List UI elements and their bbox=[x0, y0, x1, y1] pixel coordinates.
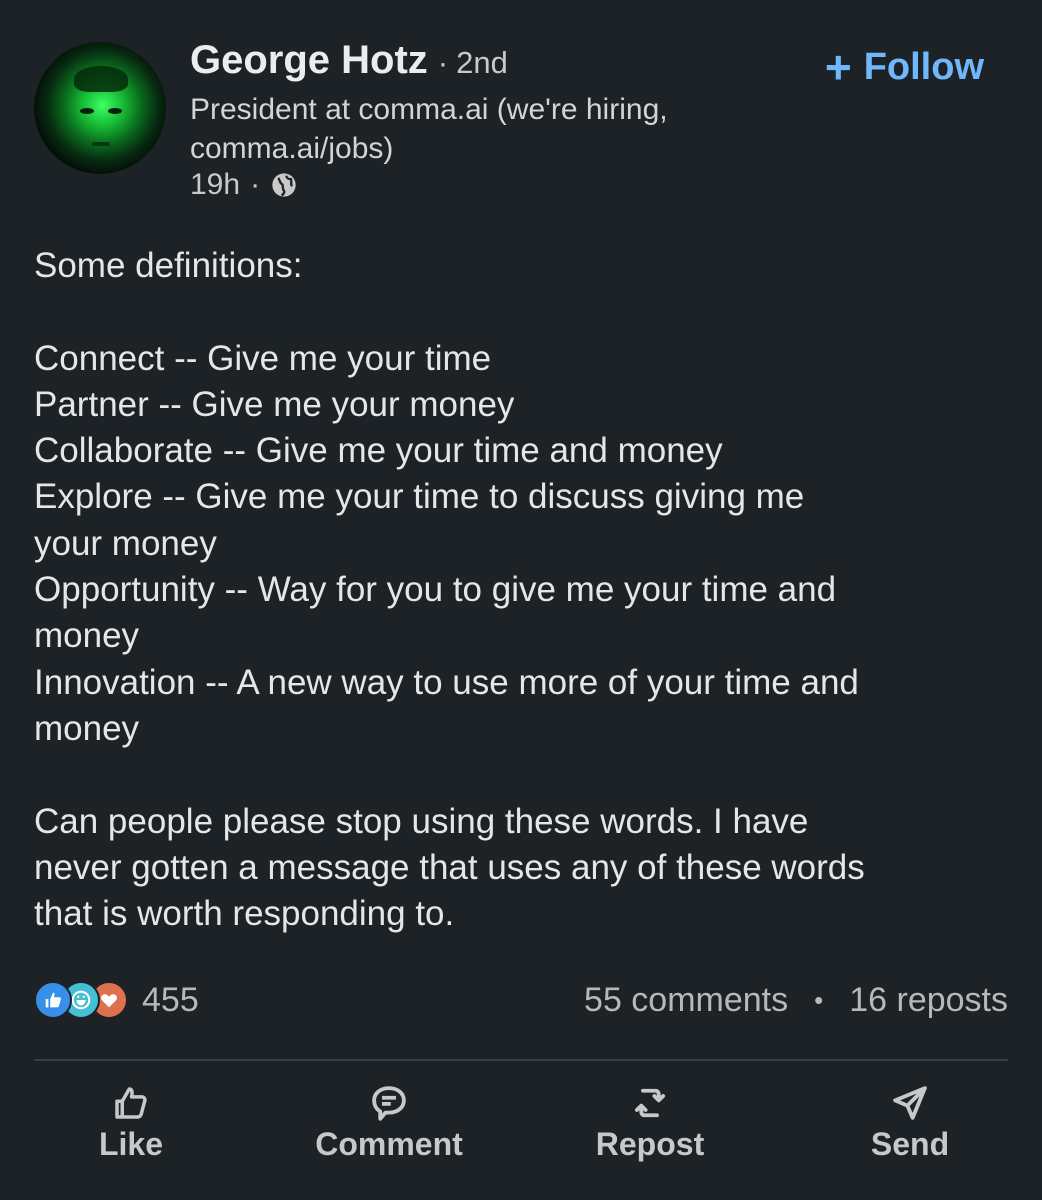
comment-icon bbox=[372, 1086, 406, 1121]
post-text-line: never gotten a message that uses any of … bbox=[34, 847, 865, 887]
post-text-line: your money bbox=[34, 523, 217, 563]
send-label: Send bbox=[870, 1126, 950, 1162]
repost-icon bbox=[634, 1088, 666, 1118]
globe-icon bbox=[272, 173, 296, 197]
thumbs-up-icon bbox=[115, 1087, 147, 1119]
like-button[interactable]: Like bbox=[31, 1082, 231, 1163]
send-icon bbox=[893, 1086, 927, 1120]
action-bar: Like Comment Repost Send bbox=[0, 1082, 1042, 1172]
post-text-line: Opportunity -- Way for you to give me yo… bbox=[34, 570, 837, 610]
avatar-left-eye bbox=[80, 108, 94, 114]
like-reaction-icon bbox=[34, 981, 72, 1019]
post-text-line bbox=[34, 752, 1014, 798]
author-name-row: George Hotz · 2nd bbox=[190, 38, 508, 83]
stats-separator: • bbox=[814, 984, 824, 1015]
post-text-line: Innovation -- A new way to use more of y… bbox=[34, 662, 859, 702]
social-counts: 455 55 comments • 16 reposts bbox=[34, 976, 1008, 1024]
post-text-line: money bbox=[34, 616, 140, 656]
avatar-right-eye bbox=[108, 108, 122, 114]
post-text-line: Connect -- Give me your time bbox=[34, 338, 492, 378]
reactions-summary[interactable]: 455 bbox=[34, 981, 199, 1020]
post-text-line: money bbox=[34, 708, 140, 748]
comments-count[interactable]: 55 comments bbox=[584, 981, 788, 1020]
connection-degree: · 2nd bbox=[438, 45, 508, 81]
divider bbox=[34, 1059, 1008, 1061]
send-button[interactable]: Send bbox=[810, 1082, 1010, 1163]
post-text: Some definitions: Connect -- Give me your… bbox=[34, 243, 1014, 937]
comment-button[interactable]: Comment bbox=[289, 1082, 489, 1163]
post-text-line: Explore -- Give me your time to discuss … bbox=[34, 477, 805, 517]
author-headline: President at comma.ai (we're hiring, com… bbox=[190, 93, 668, 165]
post-text-line: Collaborate -- Give me your time and mon… bbox=[34, 431, 723, 471]
repost-button[interactable]: Repost bbox=[550, 1082, 750, 1163]
like-label: Like bbox=[98, 1126, 164, 1162]
post-text-line: Some definitions: bbox=[34, 246, 303, 285]
post-text-line: Partner -- Give me your money bbox=[34, 384, 515, 424]
avatar-mouth bbox=[92, 142, 110, 146]
follow-label: Follow bbox=[863, 45, 984, 88]
plus-icon: + bbox=[824, 41, 852, 93]
degree-separator: · bbox=[437, 45, 449, 80]
avatar-hair bbox=[74, 66, 128, 92]
post-time: 19h bbox=[190, 168, 241, 201]
post-text-line bbox=[34, 289, 1014, 335]
post-text-line: that is worth responding to. bbox=[34, 894, 455, 934]
post-text-line: Can people please stop using these words… bbox=[34, 801, 809, 841]
post-meta: 19h · bbox=[190, 168, 298, 202]
reaction-count: 455 bbox=[142, 980, 199, 1019]
meta-separator: · bbox=[250, 168, 261, 201]
author-name[interactable]: George Hotz bbox=[190, 38, 428, 83]
reposts-count[interactable]: 16 reposts bbox=[849, 981, 1008, 1020]
repost-label: Repost bbox=[595, 1126, 705, 1162]
follow-button[interactable]: + Follow bbox=[825, 44, 984, 90]
author-avatar[interactable] bbox=[34, 42, 166, 174]
comment-label: Comment bbox=[315, 1126, 463, 1162]
connection-degree-label: 2nd bbox=[456, 45, 508, 80]
